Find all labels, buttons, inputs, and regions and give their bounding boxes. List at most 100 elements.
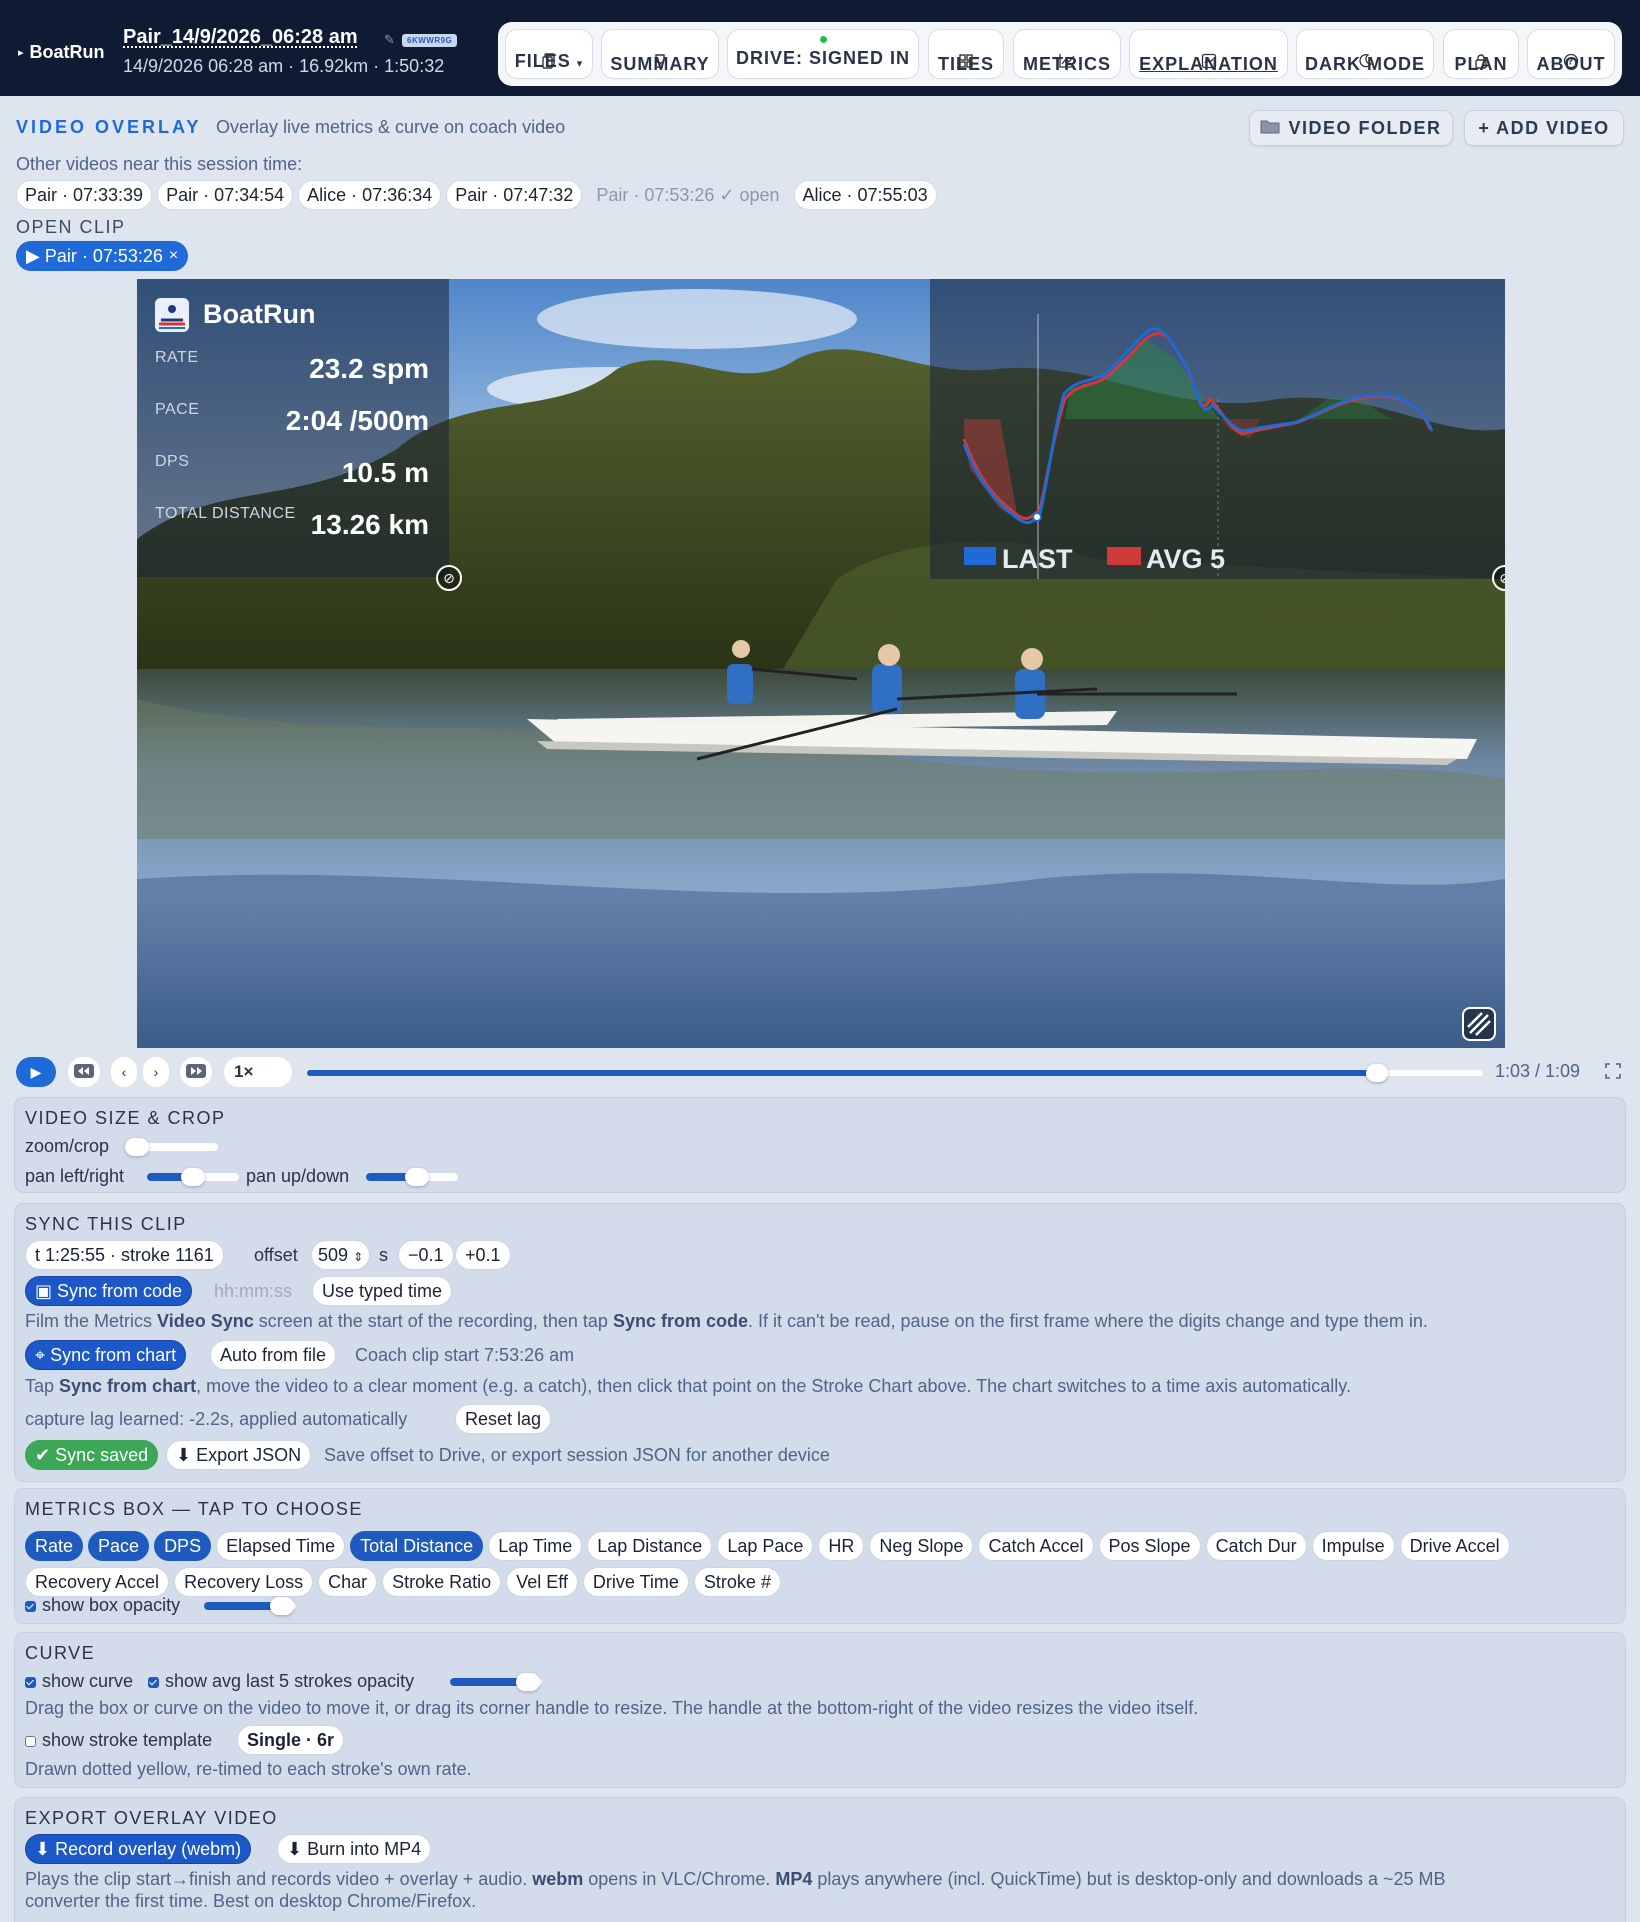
- slider-knob[interactable]: [125, 1138, 150, 1156]
- video-resize-handle-icon[interactable]: [1462, 1007, 1496, 1041]
- fullscreen-icon[interactable]: [1605, 1063, 1621, 1083]
- video-folder-button[interactable]: VIDEO FOLDER: [1249, 110, 1453, 146]
- metric-chip-drive-time[interactable]: Drive Time: [582, 1567, 689, 1597]
- metric-chip-stroke-ratio[interactable]: Stroke Ratio: [382, 1567, 502, 1597]
- offset-minus-button[interactable]: −0.1: [398, 1240, 454, 1270]
- metric-chip-elapsed-time[interactable]: Elapsed Time: [216, 1531, 346, 1561]
- nav-files-button[interactable]: FILES ▾: [505, 29, 593, 79]
- video-player[interactable]: BoatRun RATE 23.2 spm PACE 2:04 /500m DP…: [137, 279, 1505, 1048]
- metric-label: TOTAL DISTANCE: [155, 505, 296, 522]
- stepper-icon[interactable]: ⇕: [353, 1250, 363, 1264]
- checkbox-checked-icon[interactable]: [25, 1601, 36, 1612]
- slider-knob[interactable]: [404, 1168, 429, 1186]
- open-clip-name: ▶ Pair · 07:53:26: [26, 246, 163, 266]
- app-brand[interactable]: ▸ BoatRun: [18, 42, 105, 63]
- other-video-chip[interactable]: Pair · 07:34:54: [157, 180, 294, 210]
- metric-value: 23.2 spm: [309, 353, 429, 384]
- zoom-slider[interactable]: [125, 1138, 218, 1156]
- metrics-box-overlay[interactable]: BoatRun RATE 23.2 spm PACE 2:04 /500m DP…: [137, 279, 449, 577]
- other-video-chip[interactable]: Pair · 07:47:32: [446, 180, 583, 210]
- checkbox-unchecked-icon[interactable]: [25, 1736, 36, 1747]
- slider-knob[interactable]: [181, 1168, 205, 1186]
- metric-chip-stroke[interactable]: Stroke #: [693, 1567, 781, 1597]
- metric-chip-total-distance[interactable]: Total Distance: [350, 1531, 484, 1561]
- show-box-toggle[interactable]: show box opacity: [25, 1595, 180, 1616]
- avg-opacity-slider[interactable]: [450, 1673, 542, 1691]
- nav-dark-mode-button[interactable]: DARK MODE: [1296, 29, 1434, 79]
- metric-chip-char[interactable]: Char: [318, 1567, 378, 1597]
- metric-chip-lap-distance[interactable]: Lap Distance: [587, 1531, 713, 1561]
- pan-ud-slider[interactable]: [366, 1168, 458, 1186]
- metric-chip-lap-time[interactable]: Lap Time: [488, 1531, 583, 1561]
- metric-chip-catch-dur[interactable]: Catch Dur: [1205, 1531, 1307, 1561]
- show-box-label: show box opacity: [42, 1595, 181, 1615]
- add-video-button[interactable]: + ADD VIDEO: [1464, 110, 1624, 146]
- playback-speed-select[interactable]: 1×: [224, 1057, 292, 1087]
- metric-chip-dps[interactable]: DPS: [154, 1531, 212, 1561]
- overlay-brand: BoatRun: [203, 299, 316, 329]
- pencil-icon[interactable]: ✎: [384, 32, 395, 48]
- stroke-curve: [962, 314, 1434, 579]
- nav-tiles-button[interactable]: TILES: [928, 29, 1004, 79]
- play-button[interactable]: ▶: [16, 1057, 56, 1087]
- record-overlay-button[interactable]: ⬇ Record overlay (webm): [25, 1834, 252, 1864]
- metric-chip-pos-slope[interactable]: Pos Slope: [1098, 1531, 1201, 1561]
- nav-explanation-button[interactable]: EXPLANATION: [1129, 29, 1288, 79]
- prev-frame-button[interactable]: ‹: [111, 1057, 137, 1087]
- metric-chip-hr[interactable]: HR: [818, 1531, 865, 1561]
- other-video-chip[interactable]: Alice · 07:55:03: [793, 180, 937, 210]
- nav-plan-button[interactable]: PLAN: [1443, 29, 1519, 79]
- metric-chip-rate[interactable]: Rate: [25, 1531, 84, 1561]
- other-video-chip[interactable]: Pair · 07:33:39: [16, 180, 153, 210]
- export-json-button[interactable]: ⬇ Export JSON: [166, 1440, 312, 1470]
- player-controls: ▶ ‹ › 1× 1:03 / 1:09: [16, 1057, 1624, 1087]
- close-icon[interactable]: ×: [169, 241, 178, 271]
- metric-chip-lap-pace[interactable]: Lap Pace: [717, 1531, 814, 1561]
- metric-chip-drive-accel[interactable]: Drive Accel: [1399, 1531, 1510, 1561]
- slider-knob[interactable]: [516, 1673, 541, 1691]
- sync-from-chart-button[interactable]: ⌖ Sync from chart: [25, 1340, 187, 1370]
- sync-saved-badge: ✔ Sync saved: [25, 1440, 159, 1470]
- show-avg-toggle[interactable]: show avg last 5 strokes opacity: [148, 1671, 414, 1692]
- metric-chip-catch-accel[interactable]: Catch Accel: [978, 1531, 1094, 1561]
- folder-icon: [1260, 118, 1280, 139]
- nav-metrics-button[interactable]: METRICS: [1013, 29, 1121, 79]
- pan-lr-slider[interactable]: [147, 1168, 239, 1186]
- typed-time-input[interactable]: hh:mm:ss: [204, 1276, 302, 1306]
- metric-chip-impulse[interactable]: Impulse: [1311, 1531, 1395, 1561]
- metric-chip-recovery-accel[interactable]: Recovery Accel: [25, 1567, 170, 1597]
- curve-overlay[interactable]: LAST AVG 5: [930, 279, 1505, 579]
- checkbox-checked-icon[interactable]: [148, 1677, 159, 1688]
- show-curve-toggle[interactable]: show curve: [25, 1671, 133, 1692]
- metric-chip-neg-slope[interactable]: Neg Slope: [869, 1531, 974, 1561]
- template-select[interactable]: Single · 6r: [237, 1725, 345, 1755]
- other-video-chip[interactable]: Alice · 07:36:34: [298, 180, 442, 210]
- open-clip-chip[interactable]: ▶ Pair · 07:53:26 ×: [16, 241, 189, 271]
- offset-plus-button[interactable]: +0.1: [455, 1240, 511, 1270]
- skip-back-button[interactable]: [68, 1057, 100, 1087]
- slider-knob[interactable]: [270, 1597, 295, 1615]
- nav-drive-status[interactable]: DRIVE: SIGNED IN: [727, 29, 919, 79]
- next-frame-button[interactable]: ›: [143, 1057, 169, 1087]
- export-help-2: converter the first time. Best on deskto…: [25, 1891, 477, 1911]
- show-template-toggle[interactable]: show stroke template: [25, 1730, 212, 1751]
- metric-chip-pace[interactable]: Pace: [88, 1531, 150, 1561]
- burn-mp4-button[interactable]: ⬇ Burn into MP4: [277, 1834, 432, 1864]
- auto-from-file-button[interactable]: Auto from file: [210, 1340, 337, 1370]
- box-opacity-slider[interactable]: [204, 1597, 296, 1615]
- session-title[interactable]: Pair_14/9/2026_06:28 am: [123, 26, 358, 49]
- nav-summary-button[interactable]: SUMMARY: [601, 29, 719, 79]
- metric-chip-recovery-loss[interactable]: Recovery Loss: [174, 1567, 314, 1597]
- metric-chip-vel-eff[interactable]: Vel Eff: [506, 1567, 578, 1597]
- skip-forward-button[interactable]: [180, 1057, 212, 1087]
- reset-lag-button[interactable]: Reset lag: [455, 1404, 552, 1434]
- nav-plan-label: PLAN: [1454, 54, 1508, 74]
- sync-from-code-button[interactable]: ▣ Sync from code: [25, 1276, 193, 1306]
- resize-handle-icon[interactable]: ⊘: [436, 565, 462, 591]
- seek-bar[interactable]: [307, 1064, 1483, 1082]
- checkbox-checked-icon[interactable]: [25, 1677, 36, 1688]
- offset-input[interactable]: 509 ⇕: [311, 1240, 371, 1270]
- nav-about-button[interactable]: ? ABOUT: [1527, 29, 1615, 79]
- seek-bar-knob[interactable]: [1366, 1064, 1389, 1082]
- use-typed-time-button[interactable]: Use typed time: [312, 1276, 453, 1306]
